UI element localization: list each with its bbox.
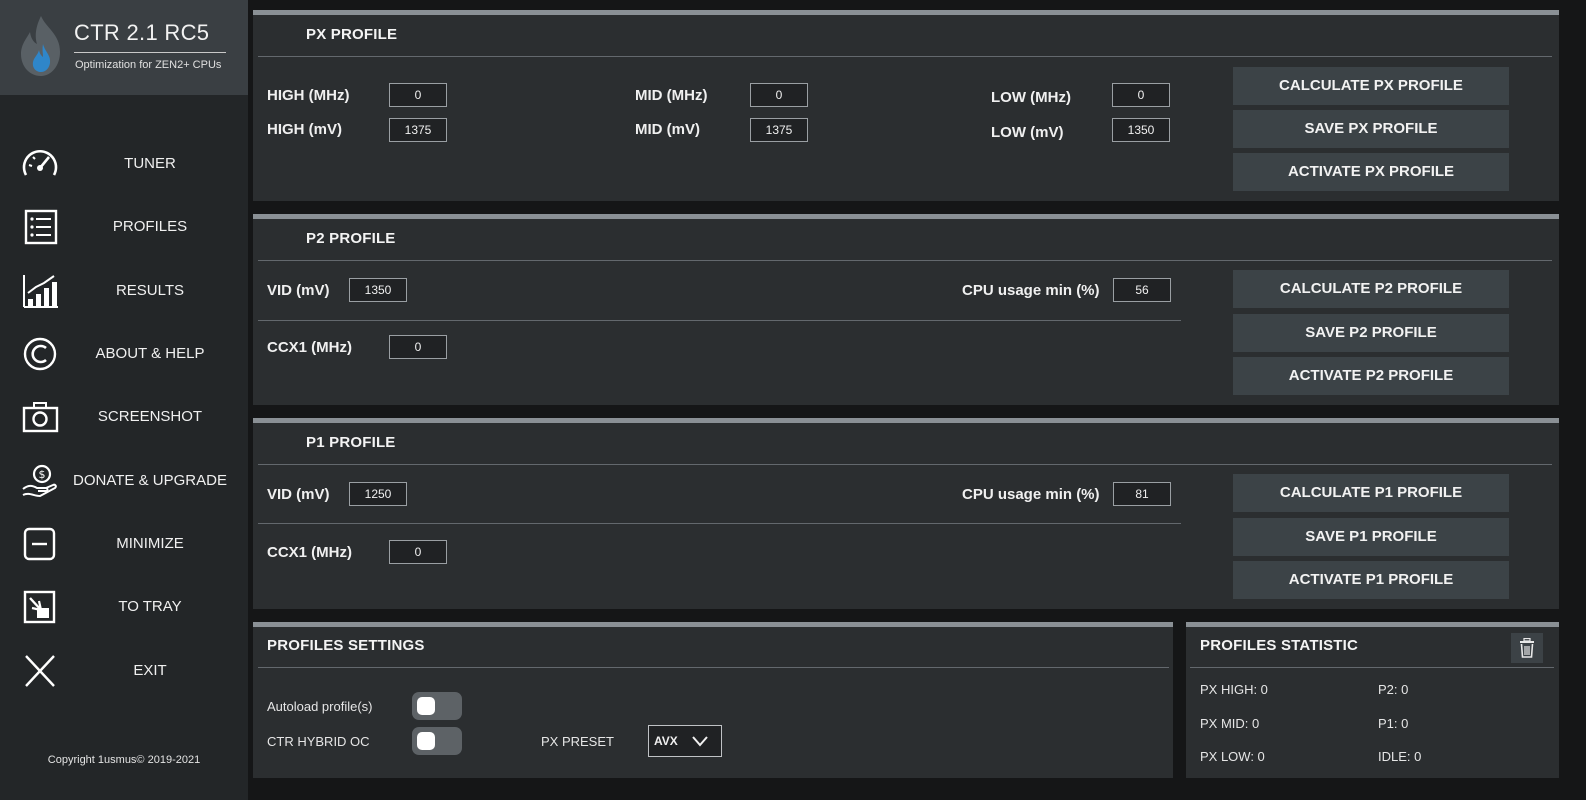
sidebar-item-label: DONATE & UPGRADE (73, 472, 227, 489)
sidebar-item-label: PROFILES (112, 218, 188, 235)
p1-ccx1-input[interactable]: 0 (389, 540, 447, 564)
px-mid-mv-input[interactable]: 1375 (750, 118, 808, 142)
speedometer-icon (22, 149, 58, 176)
p1-profile-divider (258, 464, 1552, 465)
sidebar-item-tuner[interactable]: TUNER (0, 137, 248, 191)
p2-profile-title: P2 PROFILE (306, 230, 396, 247)
px-mid-mv-label: MID (mV) (635, 121, 700, 138)
hybrid-oc-toggle[interactable] (412, 727, 462, 755)
px-preset-value: AVX (654, 734, 678, 748)
sidebar-item-label: ABOUT & HELP (95, 345, 205, 362)
sidebar: CTR 2.1 RC5 Optimization for ZEN2+ CPUs … (0, 0, 248, 800)
sidebar-item-label: EXIT (133, 662, 167, 679)
sidebar-item-about-help[interactable]: ABOUT & HELP (0, 327, 248, 381)
sidebar-item-minimize[interactable]: MINIMIZE (0, 517, 248, 571)
stat-px-mid: PX MID: 0 (1200, 716, 1260, 731)
px-mid-mhz-input[interactable]: 0 (750, 83, 808, 107)
save-px-profile-button[interactable]: SAVE PX PROFILE (1233, 110, 1509, 148)
toggle-knob (417, 697, 435, 715)
app-subtitle: Optimization for ZEN2+ CPUs (75, 59, 222, 71)
px-low-mv-label: LOW (mV) (991, 124, 1064, 141)
calculate-p1-profile-button[interactable]: CALCULATE P1 PROFILE (1233, 474, 1509, 512)
autoload-label: Autoload profile(s) (267, 699, 373, 714)
sidebar-item-screenshot[interactable]: SCREENSHOT (0, 390, 248, 444)
p1-vid-label: VID (mV) (267, 486, 330, 503)
sidebar-item-donate-upgrade[interactable]: $ DONATE & UPGRADE (0, 454, 248, 508)
calculate-p2-profile-button[interactable]: CALCULATE P2 PROFILE (1233, 270, 1509, 308)
stat-p2: P2: 0 (1378, 682, 1409, 697)
p1-cpu-usage-label: CPU usage min (%) (962, 486, 1100, 503)
minimize-icon (23, 527, 56, 561)
activate-px-profile-button[interactable]: ACTIVATE PX PROFILE (1233, 153, 1509, 191)
activate-p2-profile-button[interactable]: ACTIVATE P2 PROFILE (1233, 357, 1509, 395)
p2-ccx1-label: CCX1 (MHz) (267, 339, 352, 356)
bar-chart-icon (23, 275, 58, 308)
p1-vid-input[interactable]: 1250 (349, 482, 407, 506)
p1-profile-title: P1 PROFILE (306, 434, 396, 451)
px-preset-label: PX PRESET (541, 734, 614, 749)
clear-statistic-button[interactable] (1511, 633, 1543, 663)
sidebar-item-exit[interactable]: EXIT (0, 644, 248, 698)
calculate-px-profile-button[interactable]: CALCULATE PX PROFILE (1233, 67, 1509, 105)
donate-hand-icon: $ (22, 464, 57, 498)
sidebar-item-to-tray[interactable]: TO TRAY (0, 580, 248, 634)
stat-p1: P1: 0 (1378, 716, 1409, 731)
activate-p1-profile-button[interactable]: ACTIVATE P1 PROFILE (1233, 561, 1509, 599)
p2-cpu-usage-label: CPU usage min (%) (962, 282, 1100, 299)
sidebar-item-label: TO TRAY (118, 598, 182, 615)
px-preset-select[interactable]: AVX (648, 725, 722, 757)
p2-profile-divider (258, 260, 1552, 261)
settings-divider (258, 667, 1169, 668)
p1-ccx1-label: CCX1 (MHz) (267, 544, 352, 561)
px-profile-title: PX PROFILE (306, 26, 398, 43)
save-p1-profile-button[interactable]: SAVE P1 PROFILE (1233, 518, 1509, 556)
flame-logo-icon (21, 16, 60, 76)
save-p2-profile-button[interactable]: SAVE P2 PROFILE (1233, 314, 1509, 352)
app-title: CTR 2.1 RC5 (74, 20, 210, 45)
p2-cpu-usage-input[interactable]: 56 (1113, 278, 1171, 302)
sidebar-item-label: TUNER (124, 155, 176, 172)
p2-vid-input[interactable]: 1350 (349, 278, 407, 302)
p2-inner-divider (258, 320, 1181, 321)
stat-px-high: PX HIGH: 0 (1200, 682, 1268, 697)
autoload-toggle[interactable] (412, 692, 462, 720)
px-high-mv-input[interactable]: 1375 (389, 118, 447, 142)
svg-text:$: $ (39, 468, 46, 481)
stat-px-low: PX LOW: 0 (1200, 749, 1265, 764)
sidebar-item-profiles[interactable]: PROFILES (0, 200, 248, 254)
toggle-knob (417, 732, 435, 750)
profiles-statistic-title: PROFILES STATISTIC (1200, 637, 1359, 654)
px-profile-divider (258, 56, 1552, 57)
px-high-mhz-label: HIGH (MHz) (267, 87, 350, 104)
p1-inner-divider (258, 523, 1181, 524)
sidebar-item-label: SCREENSHOT (97, 408, 203, 425)
statistic-divider (1190, 667, 1554, 668)
p1-cpu-usage-input[interactable]: 81 (1113, 482, 1171, 506)
trash-icon (1520, 638, 1534, 658)
profiles-settings-title: PROFILES SETTINGS (267, 637, 425, 654)
chevron-down-icon (692, 736, 708, 747)
stat-idle: IDLE: 0 (1378, 749, 1422, 764)
px-mid-mhz-label: MID (MHz) (635, 87, 708, 104)
px-high-mv-label: HIGH (mV) (267, 121, 342, 138)
camera-icon (22, 402, 59, 433)
px-low-mv-input[interactable]: 1350 (1112, 118, 1170, 142)
sidebar-item-label: RESULTS (115, 282, 185, 299)
sidebar-item-label: MINIMIZE (116, 535, 184, 552)
px-low-mhz-label: LOW (MHz) (991, 89, 1071, 106)
brand-divider (74, 52, 226, 53)
hybrid-oc-label: CTR HYBRID OC (267, 734, 370, 749)
px-low-mhz-input[interactable]: 0 (1112, 83, 1170, 107)
list-icon (24, 209, 58, 245)
px-high-mhz-input[interactable]: 0 (389, 83, 447, 107)
p2-ccx1-input[interactable]: 0 (389, 335, 447, 359)
brand-header: CTR 2.1 RC5 Optimization for ZEN2+ CPUs (0, 0, 248, 95)
to-tray-icon (23, 590, 56, 624)
close-icon (25, 655, 55, 687)
p2-vid-label: VID (mV) (267, 282, 330, 299)
copyright-icon (23, 337, 57, 371)
sidebar-item-results[interactable]: RESULTS (0, 264, 248, 318)
copyright-text: Copyright 1usmus© 2019-2021 (47, 754, 201, 766)
